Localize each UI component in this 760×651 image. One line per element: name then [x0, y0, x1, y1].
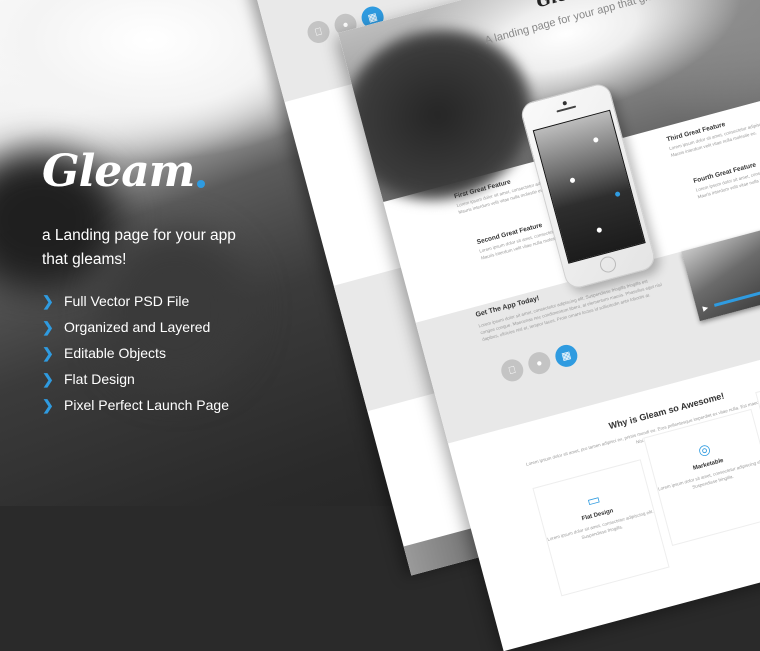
promo-panel: Gleam a Landing page for your app that g…: [42, 150, 242, 418]
chevron-right-icon: ❯: [42, 396, 54, 413]
feature-item: ❯ Editable Objects: [42, 340, 242, 366]
phone-camera: [562, 100, 568, 106]
tagline: a Landing page for your app that gleams!: [42, 227, 236, 268]
feature-item: ❯ Full Vector PSD File: [42, 288, 242, 314]
feature-label: Flat Design: [64, 371, 135, 387]
chevron-right-icon: ❯: [42, 344, 54, 361]
hotspot-dot[interactable]: [569, 177, 576, 184]
phone-screen: [532, 109, 646, 264]
hero-tagline: A landing page for your app that gleams!: [483, 0, 678, 47]
feature-label: Pixel Perfect Launch Page: [64, 397, 229, 413]
feature-fourth: Fourth Great Feature Lorem ipsum dolor s…: [693, 147, 760, 200]
hotspot-dot-active[interactable]: [614, 191, 621, 198]
video-progress-bar[interactable]: [713, 283, 760, 307]
why-card-flat-design: ▭ Flat Design Lorem ipsum dolor sit amet…: [532, 459, 670, 597]
phone-speaker: [556, 105, 577, 113]
feature-label: Full Vector PSD File: [64, 293, 190, 309]
feature-item: ❯ Pixel Perfect Launch Page: [42, 392, 242, 418]
chevron-right-icon: ❯: [42, 318, 54, 335]
logo-text: Gleam: [42, 146, 195, 197]
chevron-right-icon: ❯: [42, 370, 54, 387]
logo-dot: [197, 180, 206, 188]
apple-icon[interactable]: : [305, 18, 332, 46]
hotspot-dot[interactable]: [596, 227, 603, 234]
hotspot-dot[interactable]: [592, 136, 599, 143]
video-progress-fill: [713, 288, 760, 307]
gleam-logo: Gleam: [42, 150, 242, 194]
chevron-right-icon: ❯: [42, 292, 54, 309]
iphone-mockup: [518, 81, 658, 292]
feature-item: ❯ Organized and Layered: [42, 314, 242, 340]
feature-label: Editable Objects: [64, 345, 166, 361]
feature-label: Organized and Layered: [64, 319, 211, 335]
home-button: [598, 254, 618, 275]
phone-body: [518, 81, 658, 291]
play-icon[interactable]: ▶: [702, 304, 709, 313]
feature-list: ❯ Full Vector PSD File ❯ Organized and Lay…: [42, 288, 242, 418]
feature-item: ❯ Flat Design: [42, 366, 242, 392]
